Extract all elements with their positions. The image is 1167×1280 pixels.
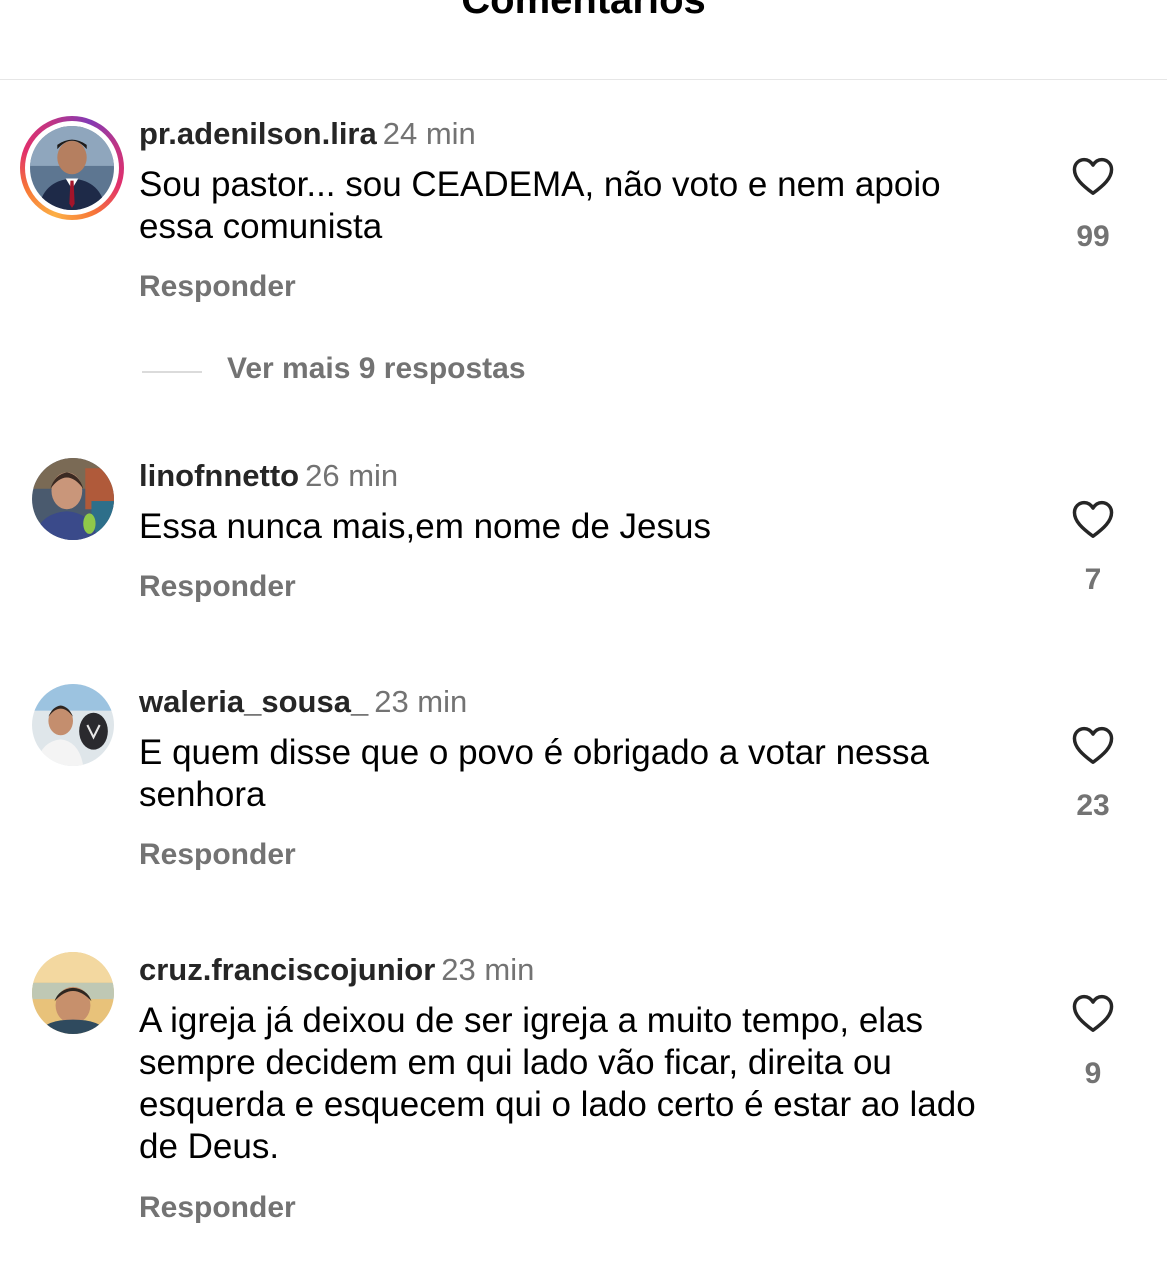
comment-username[interactable]: waleria_sousa_ (139, 684, 368, 719)
comment-text: Sou pastor... sou CEADEMA, não voto e ne… (139, 165, 941, 246)
like-control: 23 (1060, 725, 1126, 823)
like-count: 99 (1076, 220, 1110, 253)
reply-button[interactable]: Responder (139, 838, 296, 872)
like-control: 9 (1060, 993, 1126, 1091)
heart-icon[interactable] (1071, 725, 1115, 765)
reply-button[interactable]: Responder (139, 570, 296, 604)
reply-button[interactable]: Responder (139, 1191, 296, 1225)
comment-time: 23 min (441, 952, 535, 987)
comment-time: 23 min (374, 684, 468, 719)
reply-button[interactable]: Responder (139, 270, 296, 304)
avatar[interactable] (32, 952, 114, 1034)
heart-icon[interactable] (1071, 993, 1115, 1033)
comment-username[interactable]: linofnnetto (139, 458, 299, 493)
comment-time: 26 min (305, 458, 399, 493)
comments-header: Comentários (0, 0, 1167, 80)
reply-thread-line (142, 371, 202, 373)
comment-text: A igreja já deixou de ser igreja a muito… (139, 1001, 976, 1166)
comment-username[interactable]: cruz.franciscojunior (139, 952, 435, 987)
comment-text: E quem disse que o povo é obrigado a vot… (139, 733, 929, 814)
avatar[interactable] (32, 458, 114, 540)
heart-icon[interactable] (1071, 156, 1115, 196)
like-count: 23 (1076, 789, 1110, 822)
heart-icon[interactable] (1071, 499, 1115, 539)
comment-text: Essa nunca mais,em nome de Jesus (139, 507, 711, 546)
comment-time: 24 min (382, 116, 476, 151)
like-count: 9 (1084, 1057, 1102, 1090)
page-title: Comentários (461, 0, 706, 22)
like-control: 99 (1060, 156, 1126, 254)
avatar-story-ring[interactable] (20, 116, 124, 220)
comment-username[interactable]: pr.adenilson.lira (139, 116, 377, 151)
view-more-replies-label[interactable]: Ver mais 9 respostas (227, 352, 526, 386)
avatar[interactable] (32, 684, 114, 766)
like-count: 7 (1084, 563, 1102, 596)
like-control: 7 (1060, 499, 1126, 597)
avatar (30, 126, 114, 210)
